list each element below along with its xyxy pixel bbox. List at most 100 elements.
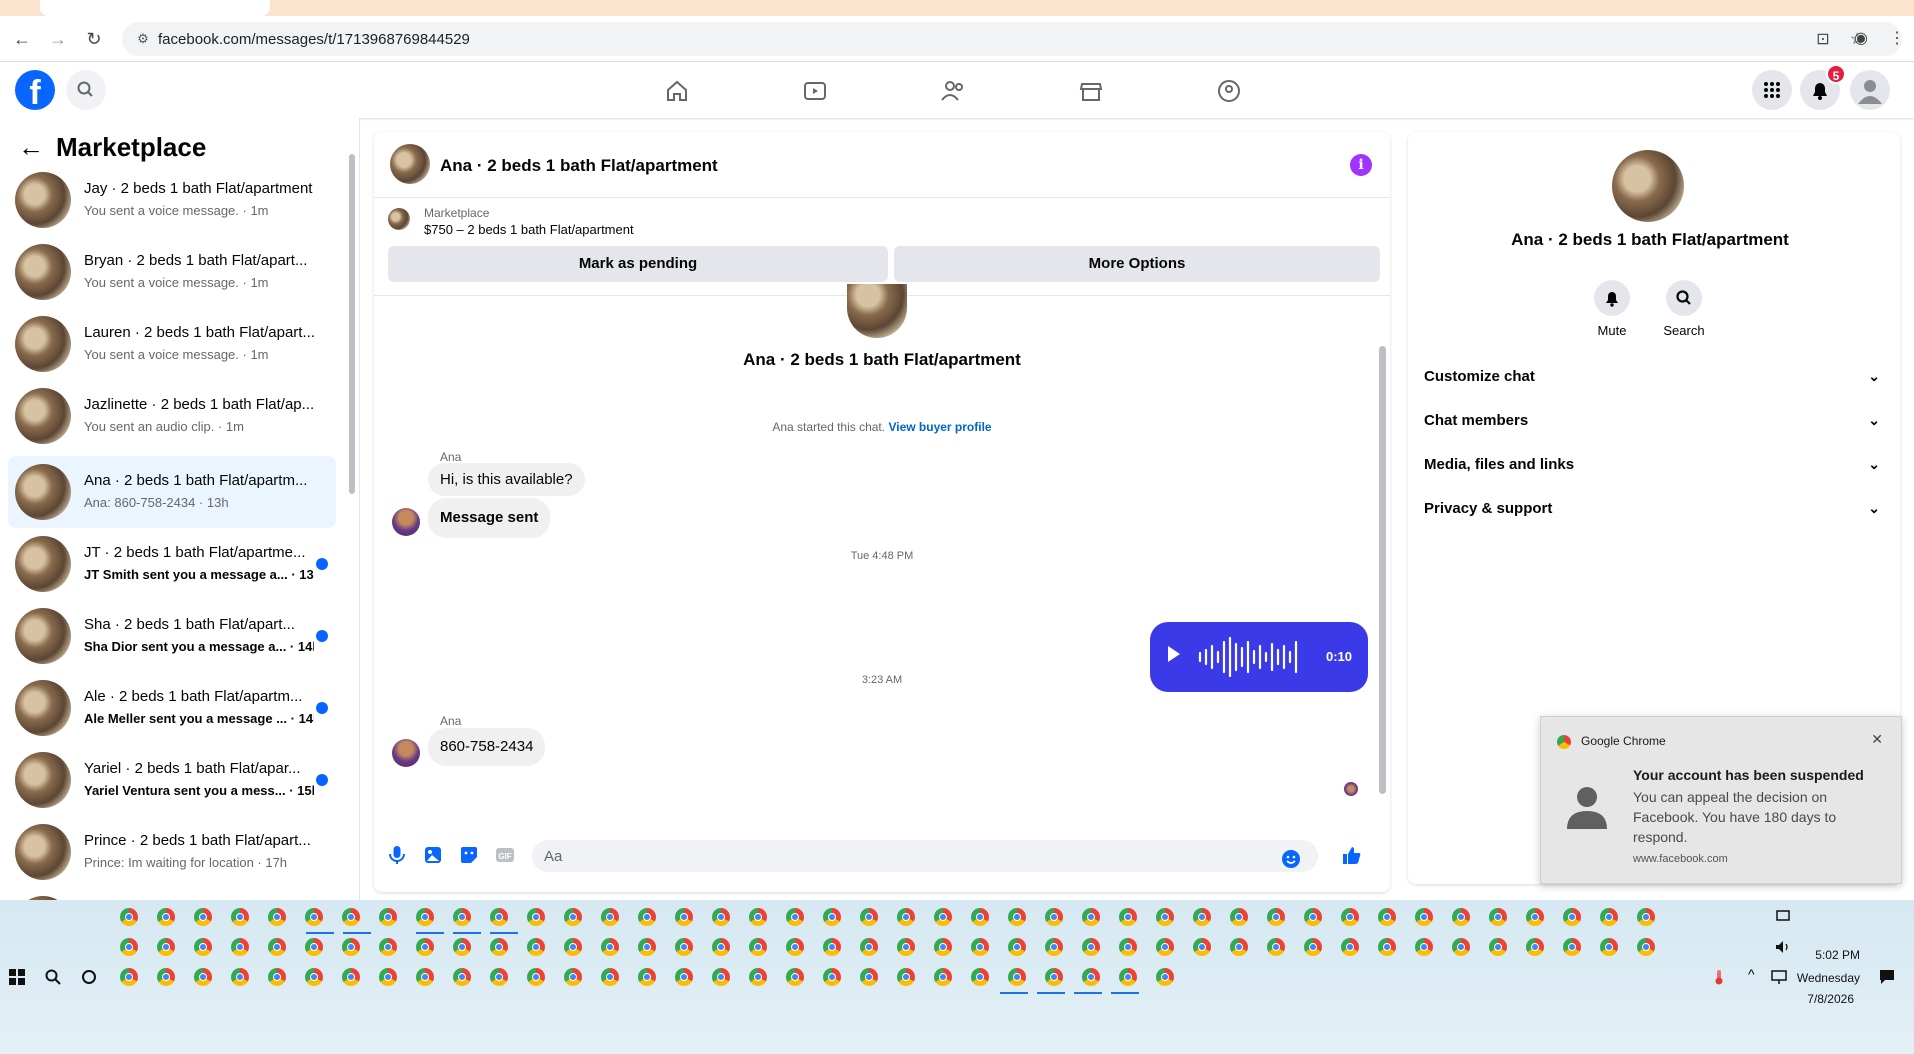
notification-center-icon[interactable] <box>1878 968 1896 986</box>
search-chat-button[interactable]: Search <box>1654 280 1714 338</box>
chrome-taskbar-icon[interactable] <box>675 968 693 986</box>
chrome-taskbar-icon[interactable] <box>194 908 212 926</box>
chrome-taskbar-icon[interactable] <box>379 968 397 986</box>
tray-day[interactable]: Wednesday <box>1790 971 1860 985</box>
chrome-taskbar-icon[interactable] <box>416 908 434 926</box>
temperature-icon[interactable] <box>1710 968 1728 986</box>
chat-members-row[interactable]: Chat members ⌄ <box>1424 398 1880 442</box>
chrome-taskbar-icon[interactable] <box>860 968 878 986</box>
chrome-taskbar-icon[interactable] <box>379 908 397 926</box>
chrome-taskbar-icon[interactable] <box>1378 908 1396 926</box>
chrome-taskbar-icon[interactable] <box>1008 908 1026 926</box>
chrome-taskbar-icon[interactable] <box>1119 908 1137 926</box>
gif-icon[interactable]: GIF <box>494 844 516 866</box>
chrome-taskbar-icon[interactable] <box>786 968 804 986</box>
chrome-taskbar-icon[interactable] <box>1341 938 1359 956</box>
message-input[interactable] <box>532 840 1318 872</box>
sender-avatar[interactable] <box>392 508 420 536</box>
conversation-item[interactable]: Yariel · 2 beds 1 bath Flat/apar... Yari… <box>8 748 336 812</box>
profile-icon[interactable]: ◉ <box>1850 28 1872 50</box>
chrome-taskbar-icon[interactable] <box>1082 908 1100 926</box>
chrome-taskbar-icon[interactable] <box>268 968 286 986</box>
like-icon[interactable] <box>1340 844 1362 866</box>
chrome-taskbar-icon[interactable] <box>231 938 249 956</box>
chrome-taskbar-icon[interactable] <box>1156 938 1174 956</box>
chrome-notification[interactable]: Google Chrome ✕ Your account has been su… <box>1540 716 1902 884</box>
mute-button[interactable]: Mute <box>1582 280 1642 338</box>
chrome-taskbar-icon[interactable] <box>1526 908 1544 926</box>
chrome-taskbar-icon[interactable] <box>1637 938 1655 956</box>
chrome-taskbar-icon[interactable] <box>120 908 138 926</box>
chrome-taskbar-icon[interactable] <box>1008 938 1026 956</box>
privacy-support-row[interactable]: Privacy & support ⌄ <box>1424 486 1880 530</box>
chat-title[interactable]: Ana · 2 beds 1 bath Flat/apartment <box>440 156 718 176</box>
chrome-taskbar-icon[interactable] <box>527 938 545 956</box>
chrome-taskbar-icon[interactable] <box>1415 938 1433 956</box>
chrome-taskbar-icon[interactable] <box>1156 968 1174 986</box>
chrome-taskbar-icon[interactable] <box>1304 908 1322 926</box>
chrome-taskbar-icon[interactable] <box>305 938 323 956</box>
chevron-up-icon[interactable]: ^ <box>1748 966 1766 984</box>
chrome-taskbar-icon[interactable] <box>1378 938 1396 956</box>
chrome-taskbar-icon[interactable] <box>1119 938 1137 956</box>
chrome-taskbar-icon[interactable] <box>971 908 989 926</box>
chrome-taskbar-icon[interactable] <box>490 908 508 926</box>
home-icon[interactable] <box>662 76 692 106</box>
chrome-taskbar-icon[interactable] <box>823 938 841 956</box>
chrome-taskbar-icon[interactable] <box>490 938 508 956</box>
reload-icon[interactable]: ↻ <box>82 27 106 51</box>
chrome-taskbar-icon[interactable] <box>194 968 212 986</box>
mark-as-pending-button[interactable]: Mark as pending <box>388 246 888 282</box>
groups-icon[interactable] <box>1214 76 1244 106</box>
search-button[interactable] <box>66 70 106 110</box>
chrome-taskbar-icon[interactable] <box>971 938 989 956</box>
chrome-taskbar-icon[interactable] <box>712 908 730 926</box>
chrome-taskbar-icon[interactable] <box>823 968 841 986</box>
chrome-taskbar-icon[interactable] <box>120 938 138 956</box>
listing-title[interactable]: $750 – 2 beds 1 bath Flat/apartment <box>424 222 634 237</box>
chrome-taskbar-icon[interactable] <box>1304 938 1322 956</box>
chrome-taskbar-icon[interactable] <box>1452 908 1470 926</box>
chrome-taskbar-icon[interactable] <box>157 908 175 926</box>
facebook-logo[interactable]: f <box>15 70 55 112</box>
chrome-taskbar-icon[interactable] <box>897 938 915 956</box>
chat-avatar[interactable] <box>390 144 430 184</box>
chat-scrollbar[interactable] <box>1376 296 1388 822</box>
chrome-taskbar-icon[interactable] <box>1600 908 1618 926</box>
chrome-taskbar-icon[interactable] <box>120 968 138 986</box>
chrome-taskbar-icon[interactable] <box>1045 938 1063 956</box>
chrome-taskbar-icon[interactable] <box>897 908 915 926</box>
listing-thumbnail[interactable] <box>388 208 410 230</box>
chrome-taskbar-icon[interactable] <box>786 938 804 956</box>
chrome-taskbar-icon[interactable] <box>638 908 656 926</box>
message-bubble[interactable]: Hi, is this available? <box>428 463 585 496</box>
chrome-taskbar-icon[interactable] <box>305 908 323 926</box>
chrome-taskbar-icon[interactable] <box>749 968 767 986</box>
chrome-taskbar-icon[interactable] <box>971 968 989 986</box>
tray-date[interactable]: 7/8/2026 <box>1790 992 1854 1006</box>
chrome-taskbar-icon[interactable] <box>416 968 434 986</box>
conversation-item[interactable]: Lauren · 2 beds 1 bath Flat/apart... You… <box>8 312 336 376</box>
chrome-taskbar-icon[interactable] <box>1341 908 1359 926</box>
chrome-taskbar-icon[interactable] <box>1082 968 1100 986</box>
windows-start-icon[interactable] <box>8 968 26 986</box>
conversation-item[interactable]: Prince · 2 beds 1 bath Flat/apart... Pri… <box>8 820 336 884</box>
close-icon[interactable]: ✕ <box>1871 731 1883 748</box>
chrome-taskbar-icon[interactable] <box>453 968 471 986</box>
play-icon[interactable] <box>1168 646 1180 662</box>
conversation-item[interactable] <box>8 892 336 900</box>
chrome-taskbar-icon[interactable] <box>453 908 471 926</box>
chrome-taskbar-icon[interactable] <box>527 908 545 926</box>
chrome-taskbar-icon[interactable] <box>1045 968 1063 986</box>
chrome-taskbar-icon[interactable] <box>305 968 323 986</box>
site-info-icon[interactable]: ⚙ <box>134 30 152 48</box>
chrome-taskbar-icon[interactable] <box>786 908 804 926</box>
network-icon[interactable] <box>1770 968 1788 986</box>
scrollbar-thumb[interactable] <box>1379 346 1386 794</box>
more-options-button[interactable]: More Options <box>894 246 1380 282</box>
marketplace-icon[interactable] <box>1076 76 1106 106</box>
sticker-icon[interactable] <box>458 844 480 866</box>
chrome-taskbar-icon[interactable] <box>268 908 286 926</box>
conversation-item[interactable]: Ale · 2 beds 1 bath Flat/apartm... Ale M… <box>8 676 336 740</box>
chrome-taskbar-icon[interactable] <box>342 968 360 986</box>
